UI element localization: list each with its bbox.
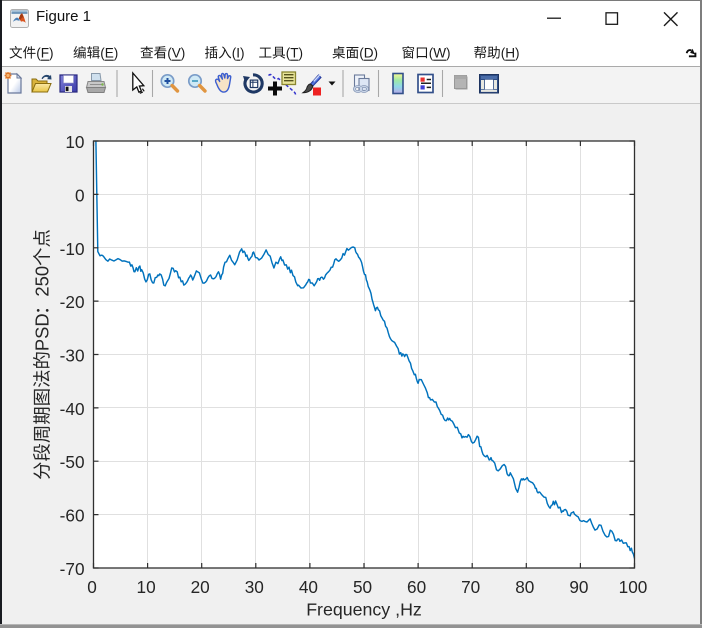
svg-text:250: 250 — [32, 266, 53, 297]
svg-text:20: 20 — [191, 577, 210, 597]
svg-text:-60: -60 — [60, 506, 85, 526]
svg-text:0: 0 — [87, 577, 97, 597]
svg-text:10: 10 — [65, 132, 84, 152]
svg-text:-70: -70 — [60, 559, 85, 579]
svg-text:-30: -30 — [60, 346, 85, 366]
svg-text:-20: -20 — [60, 292, 85, 312]
svg-text:80: 80 — [515, 577, 534, 597]
svg-text:100: 100 — [619, 577, 648, 597]
svg-text:90: 90 — [569, 577, 588, 597]
svg-text:-10: -10 — [60, 239, 85, 259]
svg-text:Frequency ,Hz: Frequency ,Hz — [306, 600, 422, 620]
svg-text:60: 60 — [407, 577, 426, 597]
svg-text:0: 0 — [75, 185, 85, 205]
svg-text:PSD: PSD — [32, 313, 53, 351]
svg-text:70: 70 — [461, 577, 480, 597]
svg-text:50: 50 — [353, 577, 372, 597]
svg-text:-50: -50 — [60, 452, 85, 472]
svg-text:-40: -40 — [60, 399, 85, 419]
svg-text:10: 10 — [137, 577, 156, 597]
svg-text:40: 40 — [299, 577, 318, 597]
svg-text:30: 30 — [245, 577, 264, 597]
